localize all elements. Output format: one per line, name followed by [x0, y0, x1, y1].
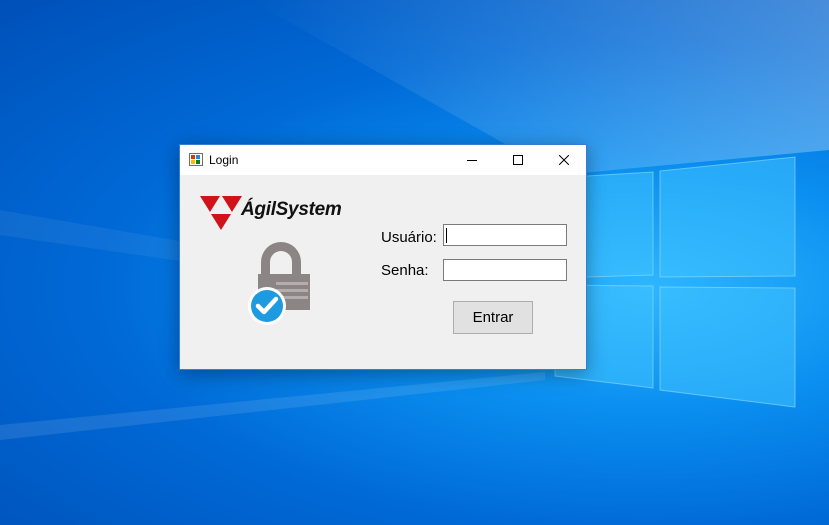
maximize-button[interactable] [495, 145, 541, 175]
brand-name: ÁgilSystem [241, 199, 342, 220]
logo-triangles-icon [200, 196, 242, 230]
password-input[interactable] [443, 259, 567, 281]
lock-icon [248, 242, 310, 325]
login-window: Login ÁgilSystem Usuário: Senha: Entrar [179, 144, 587, 370]
close-icon [559, 155, 569, 165]
close-button[interactable] [541, 145, 587, 175]
username-label: Usuário: [381, 229, 437, 246]
minimize-icon [467, 160, 477, 161]
maximize-icon [513, 155, 523, 165]
password-label: Senha: [381, 262, 429, 279]
check-icon [248, 287, 286, 325]
agilsystem-logo: ÁgilSystem [200, 194, 360, 232]
username-input[interactable] [443, 224, 567, 246]
enter-button[interactable]: Entrar [453, 301, 533, 334]
desktop-background: Login ÁgilSystem Usuário: Senha: Entrar [0, 0, 829, 525]
minimize-button[interactable] [449, 145, 495, 175]
text-caret [446, 228, 447, 243]
window-title: Login [209, 153, 239, 167]
title-bar[interactable]: Login [180, 145, 586, 175]
app-icon [189, 153, 203, 166]
